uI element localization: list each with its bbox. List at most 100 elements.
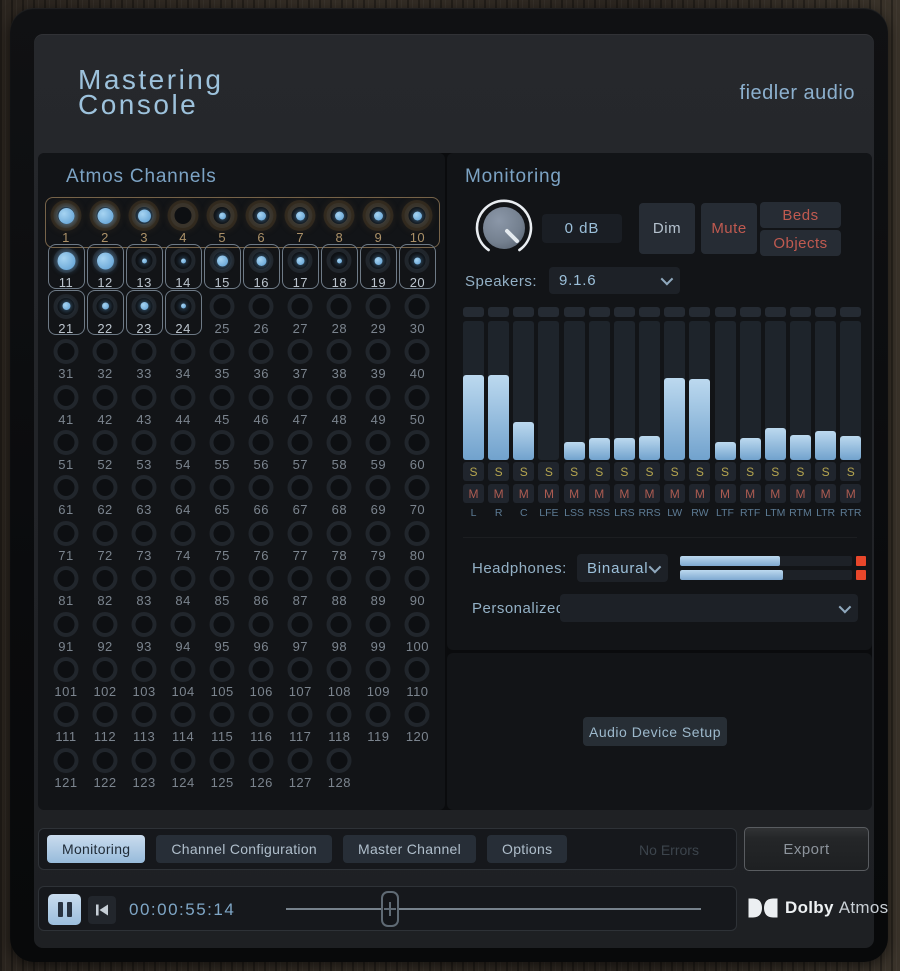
channel-110[interactable]: 110 (399, 653, 436, 699)
channel-11[interactable]: 11 (48, 244, 85, 290)
solo-button-LRS[interactable]: S (613, 462, 635, 481)
channel-42[interactable]: 42 (87, 381, 124, 427)
channel-104[interactable]: 104 (165, 653, 202, 699)
channel-115[interactable]: 115 (204, 698, 241, 744)
channel-43[interactable]: 43 (126, 381, 163, 427)
channel-91[interactable]: 91 (48, 608, 85, 654)
channel-13[interactable]: 13 (126, 244, 163, 290)
channel-100[interactable]: 100 (399, 608, 436, 654)
dim-button[interactable]: Dim (639, 203, 695, 254)
channel-92[interactable]: 92 (87, 608, 124, 654)
channel-126[interactable]: 126 (243, 744, 280, 790)
mute-button-LFE[interactable]: M (538, 484, 560, 503)
channel-4[interactable]: 4 (165, 199, 202, 245)
channel-63[interactable]: 63 (126, 471, 163, 517)
mute-button-LW[interactable]: M (664, 484, 686, 503)
channel-93[interactable]: 93 (126, 608, 163, 654)
mute-button-LTR[interactable]: M (815, 484, 837, 503)
channel-45[interactable]: 45 (204, 381, 241, 427)
speakers-dropdown[interactable]: 9.1.6 (549, 267, 680, 294)
channel-36[interactable]: 36 (243, 335, 280, 381)
channel-77[interactable]: 77 (282, 517, 319, 563)
mute-button-RTM[interactable]: M (789, 484, 811, 503)
channel-120[interactable]: 120 (399, 698, 436, 744)
channel-85[interactable]: 85 (204, 562, 241, 608)
channel-35[interactable]: 35 (204, 335, 241, 381)
tab-options[interactable]: Options (487, 835, 568, 863)
channel-122[interactable]: 122 (87, 744, 124, 790)
solo-button-RTM[interactable]: S (789, 462, 811, 481)
mute-button-RTR[interactable]: M (840, 484, 862, 503)
solo-button-LTR[interactable]: S (815, 462, 837, 481)
channel-70[interactable]: 70 (399, 471, 436, 517)
channel-124[interactable]: 124 (165, 744, 202, 790)
solo-button-LSS[interactable]: S (563, 462, 585, 481)
channel-47[interactable]: 47 (282, 381, 319, 427)
channel-46[interactable]: 46 (243, 381, 280, 427)
channel-106[interactable]: 106 (243, 653, 280, 699)
solo-button-RTF[interactable]: S (739, 462, 761, 481)
solo-button-C[interactable]: S (513, 462, 535, 481)
channel-60[interactable]: 60 (399, 426, 436, 472)
gain-value-box[interactable]: 0 dB (542, 214, 622, 243)
solo-button-LFE[interactable]: S (538, 462, 560, 481)
channel-22[interactable]: 22 (87, 290, 124, 336)
channel-88[interactable]: 88 (321, 562, 358, 608)
channel-105[interactable]: 105 (204, 653, 241, 699)
channel-99[interactable]: 99 (360, 608, 397, 654)
channel-116[interactable]: 116 (243, 698, 280, 744)
mute-button[interactable]: Mute (701, 203, 757, 254)
solo-button-RTR[interactable]: S (840, 462, 862, 481)
channel-57[interactable]: 57 (282, 426, 319, 472)
solo-button-LTM[interactable]: S (764, 462, 786, 481)
channel-80[interactable]: 80 (399, 517, 436, 563)
solo-button-RW[interactable]: S (689, 462, 711, 481)
channel-7[interactable]: 7 (282, 199, 319, 245)
audio-device-setup-button[interactable]: Audio Device Setup (583, 717, 727, 746)
channel-128[interactable]: 128 (321, 744, 358, 790)
channel-125[interactable]: 125 (204, 744, 241, 790)
channel-111[interactable]: 111 (48, 698, 85, 744)
solo-button-L[interactable]: S (463, 462, 484, 481)
channel-101[interactable]: 101 (48, 653, 85, 699)
channel-84[interactable]: 84 (165, 562, 202, 608)
channel-34[interactable]: 34 (165, 335, 202, 381)
channel-127[interactable]: 127 (282, 744, 319, 790)
mute-button-LRS[interactable]: M (613, 484, 635, 503)
channel-65[interactable]: 65 (204, 471, 241, 517)
channel-94[interactable]: 94 (165, 608, 202, 654)
channel-64[interactable]: 64 (165, 471, 202, 517)
channel-108[interactable]: 108 (321, 653, 358, 699)
mute-button-LTF[interactable]: M (714, 484, 736, 503)
beds-button[interactable]: Beds (760, 202, 841, 228)
channel-86[interactable]: 86 (243, 562, 280, 608)
channel-38[interactable]: 38 (321, 335, 358, 381)
channel-23[interactable]: 23 (126, 290, 163, 336)
pause-button[interactable] (48, 894, 81, 925)
channel-75[interactable]: 75 (204, 517, 241, 563)
solo-button-R[interactable]: S (488, 462, 510, 481)
channel-71[interactable]: 71 (48, 517, 85, 563)
channel-107[interactable]: 107 (282, 653, 319, 699)
channel-52[interactable]: 52 (87, 426, 124, 472)
channel-72[interactable]: 72 (87, 517, 124, 563)
channel-95[interactable]: 95 (204, 608, 241, 654)
channel-17[interactable]: 17 (282, 244, 319, 290)
position-slider-track[interactable] (286, 908, 701, 910)
channel-53[interactable]: 53 (126, 426, 163, 472)
channel-2[interactable]: 2 (87, 199, 124, 245)
channel-29[interactable]: 29 (360, 290, 397, 336)
channel-78[interactable]: 78 (321, 517, 358, 563)
channel-109[interactable]: 109 (360, 653, 397, 699)
channel-123[interactable]: 123 (126, 744, 163, 790)
channel-62[interactable]: 62 (87, 471, 124, 517)
channel-27[interactable]: 27 (282, 290, 319, 336)
channel-97[interactable]: 97 (282, 608, 319, 654)
channel-51[interactable]: 51 (48, 426, 85, 472)
channel-39[interactable]: 39 (360, 335, 397, 381)
channel-6[interactable]: 6 (243, 199, 280, 245)
channel-44[interactable]: 44 (165, 381, 202, 427)
mute-button-L[interactable]: M (463, 484, 484, 503)
channel-69[interactable]: 69 (360, 471, 397, 517)
channel-26[interactable]: 26 (243, 290, 280, 336)
